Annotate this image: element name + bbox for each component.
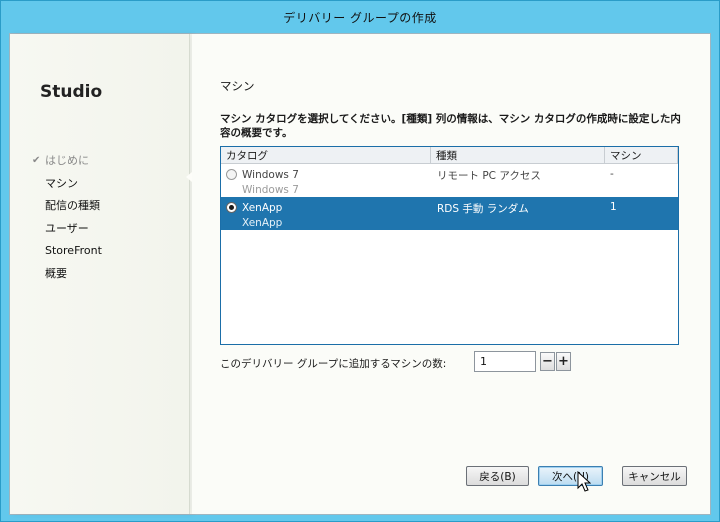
cancel-button[interactable]: キャンセル — [622, 466, 687, 486]
step-introduction[interactable]: ✔ はじめに — [32, 149, 102, 172]
step-summary: 概要 — [32, 262, 102, 285]
wizard-steps: ✔ はじめに マシン 配信の種類 ユーザー StoreFront 概要 — [32, 149, 102, 284]
step-storefront: StoreFront — [32, 239, 102, 262]
column-header-catalog[interactable]: カタログ — [221, 147, 431, 163]
table-header: カタログ 種類 マシン — [221, 147, 678, 164]
catalog-machines: 1 — [610, 201, 617, 213]
step-label: StoreFront — [45, 243, 102, 257]
catalog-machines: - — [610, 168, 614, 180]
instruction-text: マシン カタログを選択してください。[種類] 列の情報は、マシン カタログの作成… — [220, 113, 681, 139]
step-label: 概要 — [45, 266, 67, 280]
catalog-radio-button[interactable] — [226, 202, 237, 213]
table-row[interactable]: Windows 7 Windows 7 リモート PC アクセス - — [221, 164, 678, 197]
increment-button[interactable]: + — [556, 352, 571, 371]
main-panel: マシン マシン カタログを選択してください。[種類] 列の情報は、マシン カタロ… — [192, 34, 710, 514]
catalog-type: リモート PC アクセス — [437, 170, 541, 182]
page-title: マシン — [220, 79, 255, 93]
decrement-button[interactable]: − — [540, 352, 555, 371]
step-label: マシン — [45, 176, 78, 190]
title-bar[interactable]: デリバリー グループの作成 — [1, 1, 719, 34]
step-users: ユーザー — [32, 217, 102, 240]
column-header-type[interactable]: 種類 — [431, 147, 605, 163]
wizard-window: デリバリー グループの作成 Studio ✔ はじめに マシン 配信の種類 ユー… — [0, 0, 720, 522]
studio-brand: Studio — [40, 82, 103, 102]
column-header-machines[interactable]: マシン — [605, 147, 678, 163]
step-label: 配信の種類 — [45, 199, 100, 213]
catalog-description: XenApp — [242, 217, 283, 229]
back-button[interactable]: 戻る(B) — [466, 466, 529, 486]
catalog-table: カタログ 種類 マシン Windows 7 Windows 7 リモート PC … — [220, 146, 679, 345]
catalog-description: Windows 7 — [242, 184, 299, 196]
wizard-client-area: Studio ✔ はじめに マシン 配信の種類 ユーザー StoreFront … — [9, 33, 711, 515]
catalog-name: XenApp — [242, 202, 283, 214]
step-label: はじめに — [45, 154, 89, 168]
catalog-name: Windows 7 — [242, 169, 299, 181]
wizard-sidebar: Studio ✔ はじめに マシン 配信の種類 ユーザー StoreFront … — [10, 34, 190, 514]
table-row-selected[interactable]: XenApp XenApp RDS 手動 ランダム 1 — [221, 197, 678, 230]
checkmark-icon: ✔ — [32, 154, 41, 166]
window-title: デリバリー グループの作成 — [283, 11, 437, 25]
mouse-pointer-icon — [577, 471, 591, 492]
machine-count-input[interactable] — [474, 351, 536, 372]
step-delivery-type: 配信の種類 — [32, 194, 102, 217]
step-machines: マシン — [32, 172, 102, 195]
next-button[interactable]: 次へ(N) — [538, 466, 603, 486]
catalog-radio-button[interactable] — [226, 169, 237, 180]
step-label: ユーザー — [45, 221, 89, 235]
machine-count-label: このデリバリー グループに追加するマシンの数: — [220, 358, 447, 370]
catalog-type: RDS 手動 ランダム — [437, 203, 529, 215]
